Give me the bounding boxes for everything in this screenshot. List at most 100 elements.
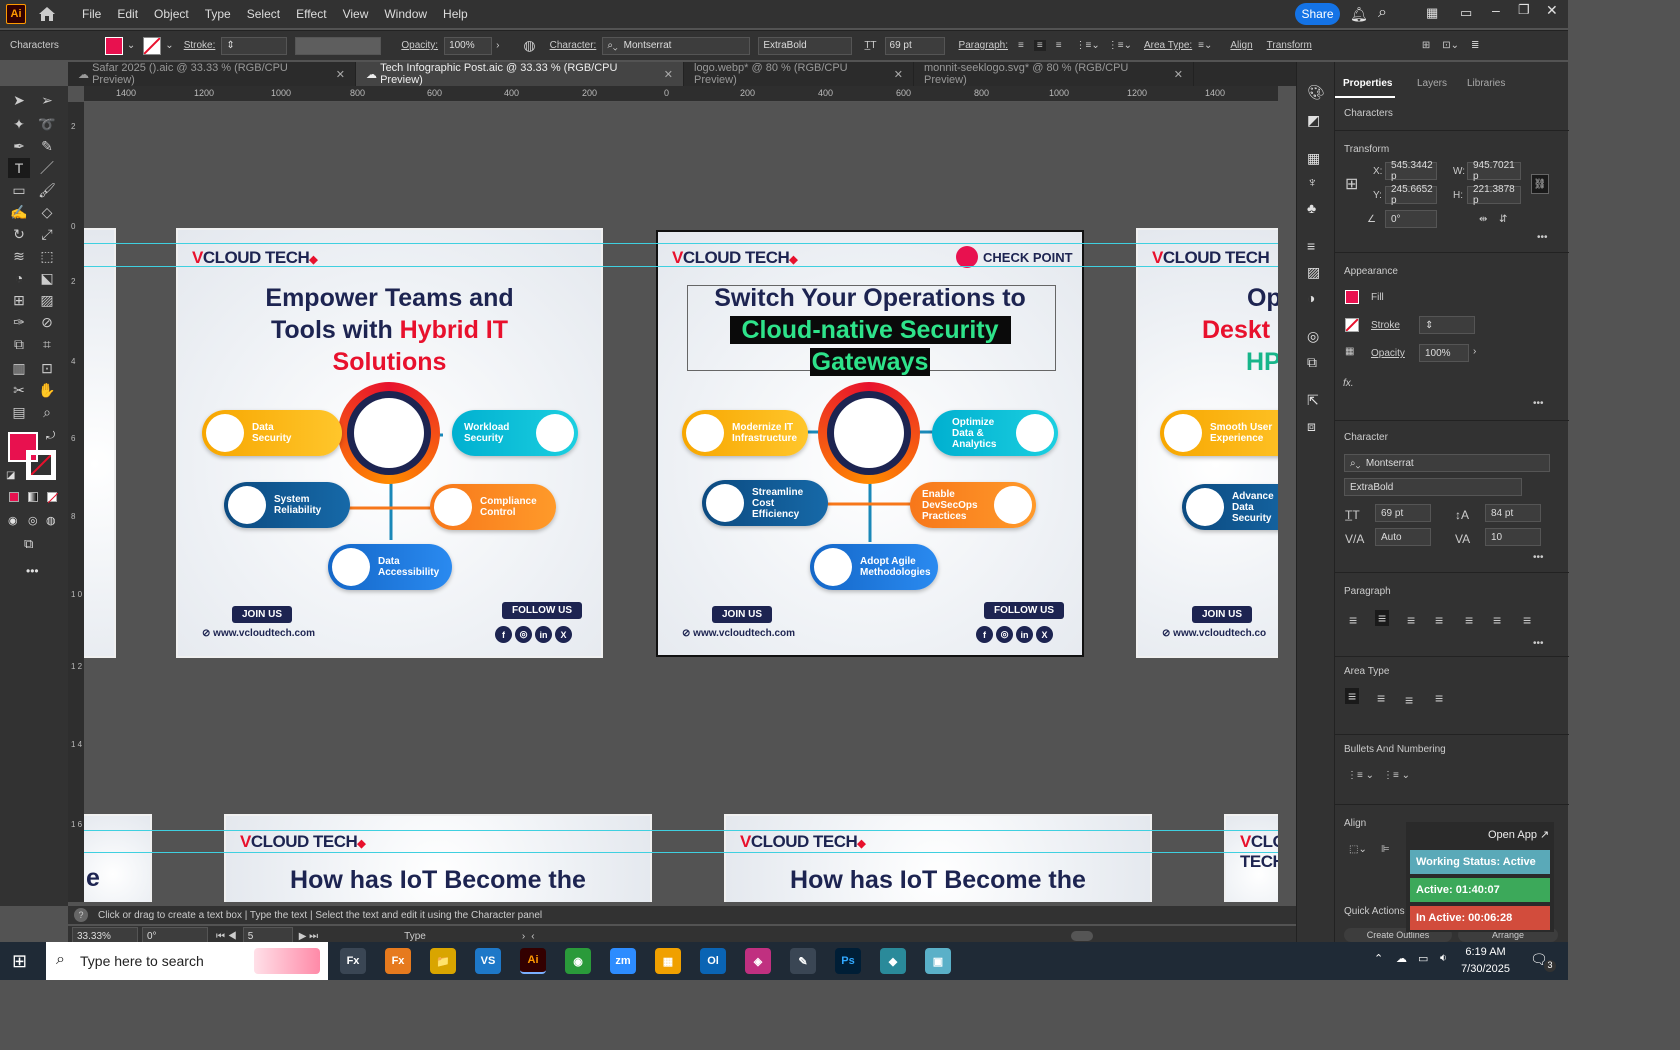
align-left-icon[interactable]: ≡	[1349, 612, 1357, 628]
magic-wand-icon[interactable]: ✦	[8, 114, 30, 134]
paragraph-label[interactable]: Paragraph:	[959, 40, 1008, 51]
close-tab-icon[interactable]: ✕	[1174, 68, 1183, 81]
opacity-label[interactable]: Opacity	[1371, 348, 1405, 359]
artboard-bottom-right[interactable]: VCLOUD TECH	[1224, 814, 1278, 902]
kerning-field[interactable]: Auto	[1375, 528, 1431, 546]
shape-builder-icon[interactable]: ◔	[8, 268, 30, 288]
taskbar-search[interactable]: ⌕ Type here to search	[46, 942, 328, 980]
screen-mode-icon[interactable]: ⧉	[24, 536, 33, 552]
area-type-icon[interactable]: ≡⌄	[1198, 40, 1212, 51]
more-tools-icon[interactable]: •••	[26, 564, 39, 578]
area-type-label[interactable]: Area Type:	[1144, 40, 1192, 51]
tab-safar[interactable]: ☁ Safar 2025 ().aic @ 33.33 % (RGB/CPU P…	[68, 62, 356, 86]
stroke-label[interactable]: Stroke	[1371, 320, 1400, 331]
tab-layers[interactable]: Layers	[1417, 78, 1447, 89]
more-options-icon[interactable]: •••	[1533, 638, 1544, 649]
guide-line[interactable]	[84, 830, 1278, 831]
bell-icon[interactable]: 🔔︎	[1350, 6, 1368, 23]
character-label[interactable]: Character:	[550, 40, 597, 51]
rotate-icon[interactable]: ↻	[8, 224, 30, 244]
swatches-icon[interactable]: ◩	[1307, 112, 1320, 129]
menu-select[interactable]: Select	[239, 7, 288, 21]
rotate-field[interactable]: 0°	[1385, 210, 1437, 228]
artboard-iot-2[interactable]: VCLOUD TECH◆ How has IoT Become the	[724, 814, 1152, 902]
more-options-icon[interactable]: •••	[1533, 552, 1544, 563]
minimize-icon[interactable]: –	[1492, 2, 1500, 18]
menu-object[interactable]: Object	[146, 7, 197, 21]
transform-link[interactable]: Transform	[1267, 40, 1312, 51]
share-button[interactable]: Share	[1295, 3, 1340, 25]
creative-cloud-icon[interactable]: ◈	[745, 948, 771, 974]
align-to-icon[interactable]: ⬚⌄	[1349, 844, 1367, 855]
align-link[interactable]: Align	[1230, 40, 1252, 51]
recolor-icon[interactable]: ◍	[523, 37, 535, 54]
align-center-icon[interactable]: ≡	[1375, 610, 1390, 626]
close-tab-icon[interactable]: ✕	[664, 68, 673, 81]
file-explorer-icon[interactable]: 📁	[430, 948, 456, 974]
chevron-down-icon[interactable]: ⌄	[127, 40, 135, 51]
y-field[interactable]: 245.6652 p	[1385, 184, 1437, 206]
illustrator-icon[interactable]: Ai	[520, 948, 546, 974]
bullets-icon[interactable]: ⋮≡⌄	[1076, 40, 1100, 51]
blend-icon[interactable]: ⧉	[8, 334, 30, 354]
none-mode-icon[interactable]	[47, 492, 58, 503]
windows-start-icon[interactable]: ⊞	[12, 951, 27, 972]
brushes-icon[interactable]: ▦	[1307, 150, 1320, 167]
guide-line[interactable]	[84, 266, 1278, 267]
firefox-icon[interactable]: Fx	[385, 948, 411, 974]
justify-center-icon[interactable]: ≡	[1465, 612, 1473, 628]
stroke-panel-icon[interactable]: ≡	[1307, 238, 1315, 254]
align-right-icon[interactable]: ≡	[1407, 612, 1415, 628]
task-view-icon[interactable]: Fx	[340, 948, 366, 974]
draw-inside-icon[interactable]: ◍	[46, 514, 56, 527]
home-icon[interactable]	[36, 3, 58, 25]
outlook-icon[interactable]: Ol	[700, 948, 726, 974]
clock[interactable]: 6:19 AM 7/30/2025	[1461, 944, 1510, 978]
headline[interactable]: Switch Your Operations to Cloud-native S…	[658, 282, 1082, 378]
area-align-bottom-icon[interactable]: ≡	[1405, 692, 1413, 708]
guide-line[interactable]	[84, 852, 1278, 853]
direct-selection-tool-icon[interactable]: ➢	[36, 90, 58, 110]
menu-icon[interactable]: ≣	[1471, 40, 1479, 51]
constrain-proportions-icon[interactable]: ⛓	[1531, 174, 1549, 194]
opacity-field[interactable]: 100%	[444, 36, 493, 55]
layers-panel-icon[interactable]: ⧉	[1307, 354, 1317, 371]
curvature-icon[interactable]: ✎	[36, 136, 58, 156]
area-align-center-icon[interactable]: ≡	[1377, 690, 1385, 706]
tab-tech-infographic[interactable]: ☁ Tech Infographic Post.aic @ 33.33 % (R…	[356, 62, 684, 86]
draw-behind-icon[interactable]: ◎	[28, 514, 38, 527]
xampp-icon[interactable]: ▦	[655, 948, 681, 974]
stroke-weight-field[interactable]: ⇕	[1419, 316, 1475, 334]
tray-chevron-icon[interactable]: ⌃	[1374, 952, 1383, 965]
fill-swatch[interactable]	[1345, 290, 1359, 304]
rectangle-tool-icon[interactable]: ▭	[8, 180, 30, 200]
justify-all-icon[interactable]: ≡	[1523, 612, 1531, 628]
artboard-tool-icon[interactable]: ⊡	[36, 358, 58, 378]
width-field[interactable]: 945.7021 p	[1467, 160, 1521, 182]
gradient-icon[interactable]: ▨	[36, 290, 58, 310]
volume-icon[interactable]: 🔉︎	[1440, 952, 1447, 965]
menu-type[interactable]: Type	[197, 7, 239, 21]
artboard-desktop-partial[interactable]: VCLOUD TECH Opt Deskt HP Smooth User Exp…	[1136, 228, 1278, 658]
arrange-docs-icon[interactable]: ▭	[1460, 5, 1472, 21]
ruler-left[interactable]: 2 0 2 4 6 8 1 0 1 2 1 4 1 6	[68, 102, 84, 902]
align-right-icon[interactable]: ≡	[1056, 40, 1062, 51]
default-colors-icon[interactable]: ◪	[6, 470, 15, 481]
network-icon[interactable]: ▭	[1418, 952, 1428, 965]
zoom-icon[interactable]: zm	[610, 948, 636, 974]
font-style-field[interactable]: ExtraBold	[758, 36, 853, 55]
align-left-icon[interactable]: ≡	[1018, 40, 1024, 51]
zoom-tool-icon[interactable]: ⌕	[36, 402, 58, 422]
leading-field[interactable]: 84 pt	[1485, 504, 1541, 522]
bullets-icon[interactable]: ⋮≡ ⌄	[1347, 770, 1374, 781]
pen-app-icon[interactable]: ✎	[790, 948, 816, 974]
tracking-field[interactable]: 10	[1485, 528, 1541, 546]
fx-button[interactable]: fx.	[1343, 378, 1354, 389]
app-icon[interactable]: ◆	[880, 948, 906, 974]
warp-icon[interactable]: ≋	[8, 246, 30, 266]
align-distribute-icon[interactable]: ⊞	[1422, 40, 1430, 51]
shaper-icon[interactable]: ✍	[8, 202, 30, 222]
justify-right-icon[interactable]: ≡	[1493, 612, 1501, 628]
eyedropper-icon[interactable]: ✑	[8, 312, 30, 332]
menu-effect[interactable]: Effect	[288, 7, 334, 21]
